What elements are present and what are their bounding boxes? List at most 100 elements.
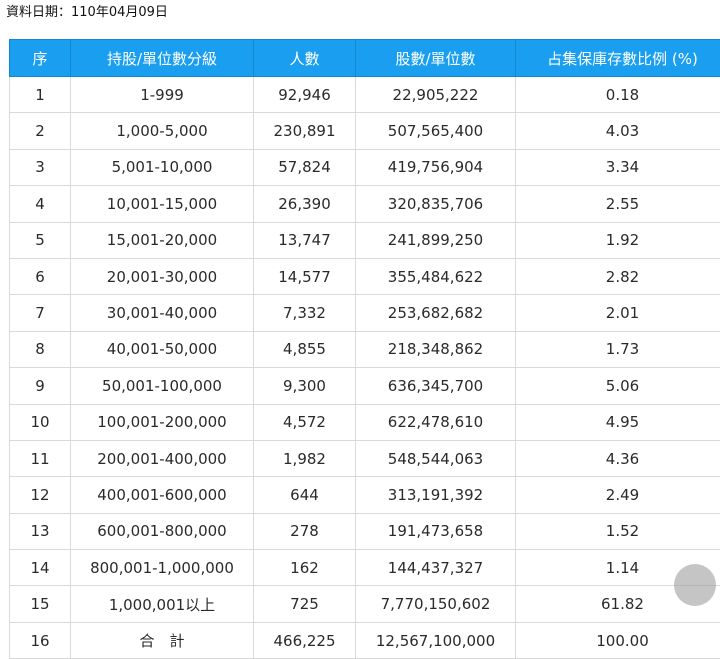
header-people: 人數 bbox=[253, 39, 356, 77]
cell-ratio: 1.92 bbox=[515, 221, 720, 259]
cell-people: 14,577 bbox=[253, 257, 356, 296]
cell-level: 15,001-20,000 bbox=[70, 221, 254, 259]
header-shares: 股數/單位數 bbox=[355, 39, 516, 77]
cell-level: 合 計 bbox=[70, 621, 254, 659]
cell-people: 162 bbox=[253, 549, 356, 587]
shareholding-distribution-table-container: 序 持股/單位數分級 人數 股數/單位數 占集保庫存數比例 (%) 1 1-999… bbox=[9, 39, 720, 659]
cell-people: 26,390 bbox=[253, 185, 356, 223]
cell-people: 1,982 bbox=[253, 439, 356, 478]
cell-shares: 419,756,904 bbox=[355, 148, 516, 187]
cell-ratio: 4.36 bbox=[515, 439, 720, 478]
cell-level: 600,001-800,000 bbox=[70, 512, 254, 551]
cell-people: 92,946 bbox=[253, 75, 356, 114]
cell-level: 800,001-1,000,000 bbox=[70, 549, 254, 587]
table-row: 1 1-999 92,946 22,905,222 0.18 bbox=[9, 75, 720, 114]
cell-seq: 4 bbox=[9, 185, 71, 223]
cell-people: 644 bbox=[253, 476, 356, 514]
cell-people: 725 bbox=[253, 585, 356, 623]
cell-shares: 636,345,700 bbox=[355, 367, 516, 405]
shareholding-distribution-table: 序 持股/單位數分級 人數 股數/單位數 占集保庫存數比例 (%) 1 1-999… bbox=[9, 39, 720, 659]
table-row: 3 5,001-10,000 57,824 419,756,904 3.34 bbox=[9, 148, 720, 187]
table-row: 11 200,001-400,000 1,982 548,544,063 4.36 bbox=[9, 439, 720, 478]
cell-ratio: 1.52 bbox=[515, 512, 720, 551]
cell-ratio: 5.06 bbox=[515, 367, 720, 405]
cell-level: 200,001-400,000 bbox=[70, 439, 254, 478]
cell-level: 5,001-10,000 bbox=[70, 148, 254, 187]
cell-ratio: 2.82 bbox=[515, 257, 720, 296]
table-row: 7 30,001-40,000 7,332 253,682,682 2.01 bbox=[9, 294, 720, 332]
cell-shares: 12,567,100,000 bbox=[355, 621, 516, 659]
table-row: 14 800,001-1,000,000 162 144,437,327 1.14 bbox=[9, 549, 720, 587]
cell-ratio: 1.73 bbox=[515, 330, 720, 369]
cell-shares: 320,835,706 bbox=[355, 185, 516, 223]
cell-seq: 10 bbox=[9, 403, 71, 441]
cell-seq: 3 bbox=[9, 148, 71, 187]
table-row: 9 50,001-100,000 9,300 636,345,700 5.06 bbox=[9, 367, 720, 405]
cell-shares: 355,484,622 bbox=[355, 257, 516, 296]
cell-ratio: 4.95 bbox=[515, 403, 720, 441]
cell-ratio: 100.00 bbox=[515, 621, 720, 659]
cell-ratio: 2.49 bbox=[515, 476, 720, 514]
cell-people: 7,332 bbox=[253, 294, 356, 332]
cell-people: 57,824 bbox=[253, 148, 356, 187]
cell-seq: 16 bbox=[9, 621, 71, 659]
cell-shares: 191,473,658 bbox=[355, 512, 516, 551]
cell-seq: 5 bbox=[9, 221, 71, 259]
cell-people: 278 bbox=[253, 512, 356, 551]
cell-seq: 14 bbox=[9, 549, 71, 587]
cell-shares: 548,544,063 bbox=[355, 439, 516, 478]
cell-level: 1-999 bbox=[70, 75, 254, 114]
table-row: 10 100,001-200,000 4,572 622,478,610 4.95 bbox=[9, 403, 720, 441]
cell-level: 10,001-15,000 bbox=[70, 185, 254, 223]
table-row: 12 400,001-600,000 644 313,191,392 2.49 bbox=[9, 476, 720, 514]
cell-people: 13,747 bbox=[253, 221, 356, 259]
cell-people: 9,300 bbox=[253, 367, 356, 405]
cell-shares: 507,565,400 bbox=[355, 112, 516, 150]
cell-people: 4,572 bbox=[253, 403, 356, 441]
cell-people: 466,225 bbox=[253, 621, 356, 659]
table-row: 16 合 計 466,225 12,567,100,000 100.00 bbox=[9, 621, 720, 659]
table-row: 13 600,001-800,000 278 191,473,658 1.52 bbox=[9, 512, 720, 551]
cell-seq: 1 bbox=[9, 75, 71, 114]
cell-level: 30,001-40,000 bbox=[70, 294, 254, 332]
table-row: 5 15,001-20,000 13,747 241,899,250 1.92 bbox=[9, 221, 720, 259]
header-level: 持股/單位數分級 bbox=[70, 39, 254, 77]
cell-shares: 253,682,682 bbox=[355, 294, 516, 332]
cell-seq: 11 bbox=[9, 439, 71, 478]
cell-seq: 8 bbox=[9, 330, 71, 369]
table-row: 15 1,000,001以上 725 7,770,150,602 61.82 bbox=[9, 585, 720, 623]
cell-shares: 218,348,862 bbox=[355, 330, 516, 369]
cell-shares: 7,770,150,602 bbox=[355, 585, 516, 623]
cell-seq: 7 bbox=[9, 294, 71, 332]
cell-shares: 241,899,250 bbox=[355, 221, 516, 259]
cell-shares: 622,478,610 bbox=[355, 403, 516, 441]
cell-level: 400,001-600,000 bbox=[70, 476, 254, 514]
cell-ratio: 4.03 bbox=[515, 112, 720, 150]
scroll-handle[interactable] bbox=[674, 564, 716, 606]
cell-seq: 15 bbox=[9, 585, 71, 623]
cell-level: 40,001-50,000 bbox=[70, 330, 254, 369]
cell-level: 20,001-30,000 bbox=[70, 257, 254, 296]
cell-seq: 9 bbox=[9, 367, 71, 405]
cell-level: 100,001-200,000 bbox=[70, 403, 254, 441]
cell-people: 230,891 bbox=[253, 112, 356, 150]
cell-shares: 144,437,327 bbox=[355, 549, 516, 587]
cell-shares: 22,905,222 bbox=[355, 75, 516, 114]
cell-ratio: 2.55 bbox=[515, 185, 720, 223]
cell-ratio: 0.18 bbox=[515, 75, 720, 114]
cell-shares: 313,191,392 bbox=[355, 476, 516, 514]
data-date-label: 資料日期：110年04月09日 bbox=[6, 5, 168, 20]
cell-seq: 6 bbox=[9, 257, 71, 296]
cell-seq: 13 bbox=[9, 512, 71, 551]
cell-ratio: 3.34 bbox=[515, 148, 720, 187]
table-row: 4 10,001-15,000 26,390 320,835,706 2.55 bbox=[9, 185, 720, 223]
table-row: 2 1,000-5,000 230,891 507,565,400 4.03 bbox=[9, 112, 720, 150]
header-seq: 序 bbox=[9, 39, 71, 77]
cell-seq: 2 bbox=[9, 112, 71, 150]
cell-level: 1,000,001以上 bbox=[70, 585, 254, 623]
table-header-row: 序 持股/單位數分級 人數 股數/單位數 占集保庫存數比例 (%) bbox=[9, 39, 720, 77]
cell-people: 4,855 bbox=[253, 330, 356, 369]
table-body: 1 1-999 92,946 22,905,222 0.18 2 1,000-5,000 23… bbox=[9, 75, 720, 659]
table-row: 8 40,001-50,000 4,855 218,348,862 1.73 bbox=[9, 330, 720, 369]
cell-level: 1,000-5,000 bbox=[70, 112, 254, 150]
